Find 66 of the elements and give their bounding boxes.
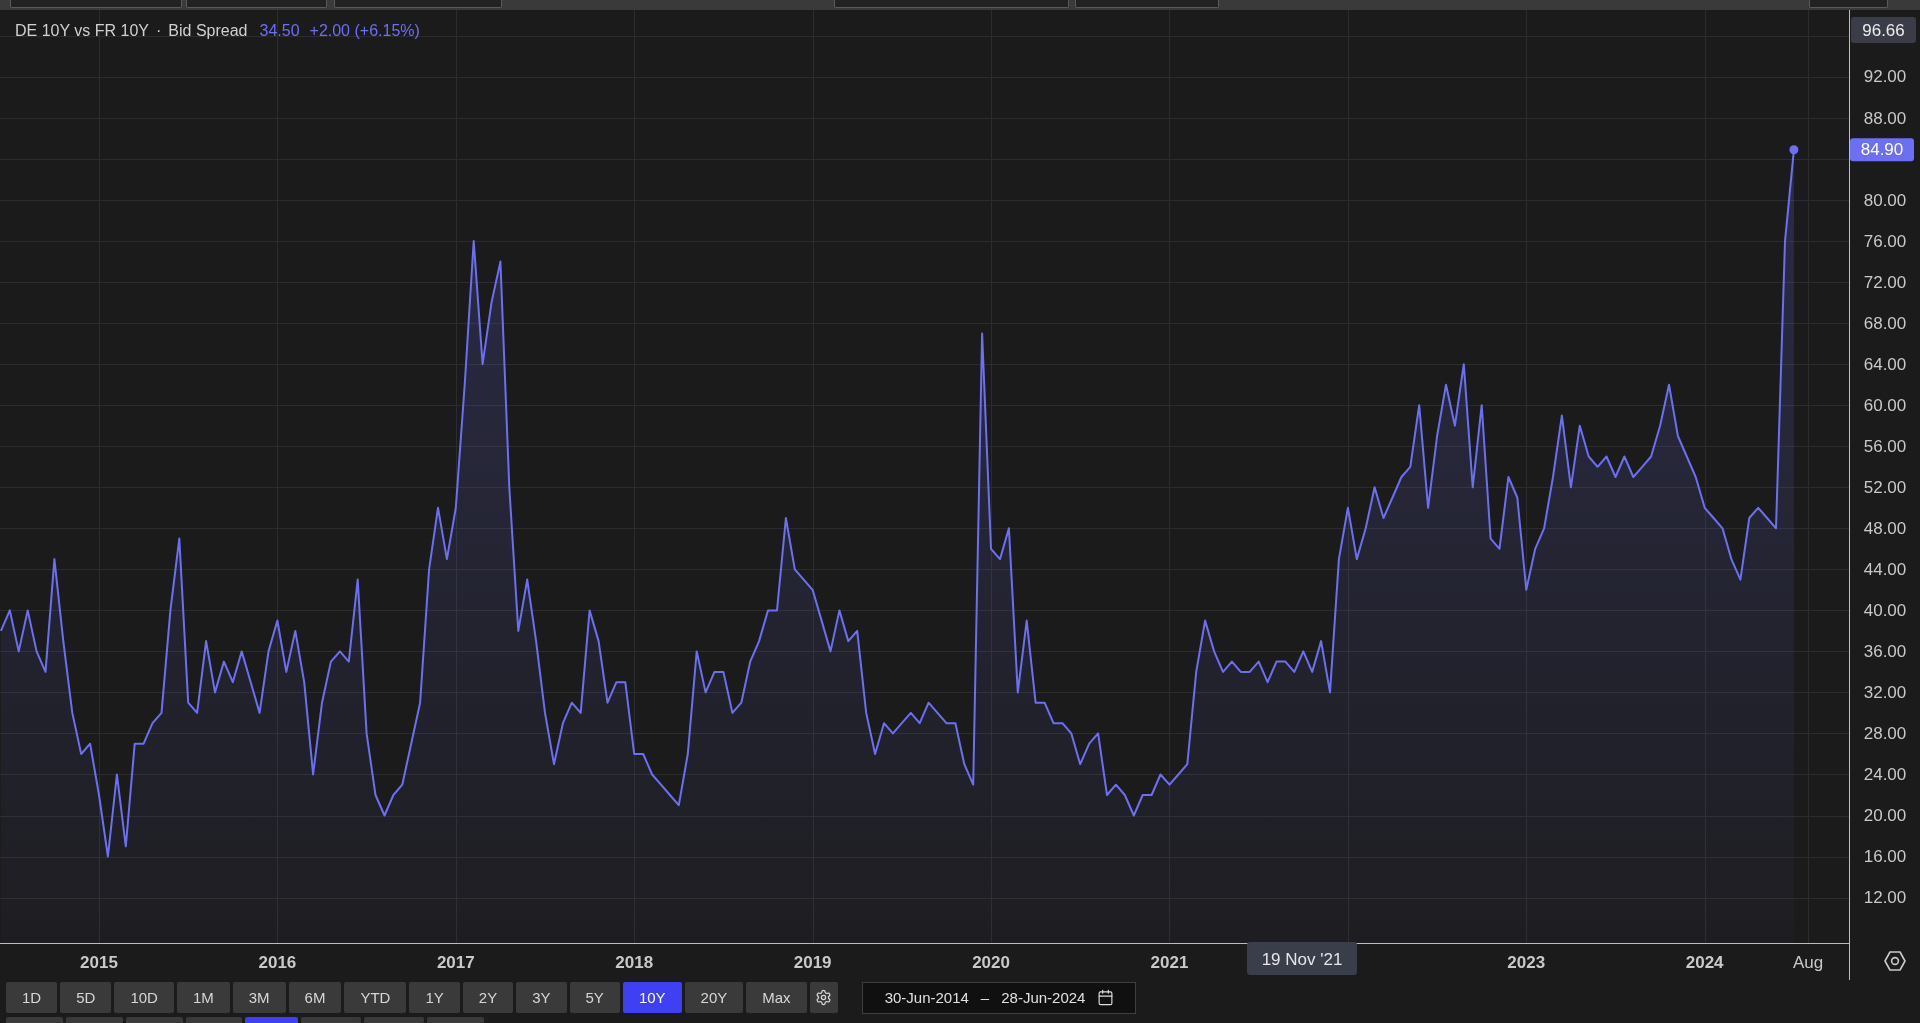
hover-value: 34.50 <box>259 22 300 40</box>
x-axis-label: 2024 <box>1685 952 1724 972</box>
date-range-field[interactable]: 30-Jun-2014 – 28-Jun-2024 <box>861 981 1136 1014</box>
range-button[interactable]: 10D <box>114 982 174 1013</box>
y-axis-label: 12.00 <box>1863 888 1907 908</box>
range-button[interactable]: Max <box>746 982 807 1013</box>
y-axis-label: 48.00 <box>1863 518 1907 538</box>
cut-off-tab[interactable] <box>1809 0 1888 8</box>
range-dash: – <box>980 989 990 1006</box>
x-axis-label: Aug <box>1793 952 1824 972</box>
y-axis-label: 68.00 <box>1863 313 1907 333</box>
x-axis-label: 2021 <box>1150 952 1189 972</box>
y-axis-label: 32.00 <box>1863 682 1907 702</box>
x-axis-label: 2019 <box>793 952 832 972</box>
range-button[interactable]: 1M <box>176 982 230 1013</box>
y-axis-label: 36.00 <box>1863 641 1907 661</box>
x-axis-label: 2017 <box>436 952 475 972</box>
cut-off-tab[interactable] <box>334 0 502 8</box>
y-axis-label: 92.00 <box>1863 67 1907 87</box>
x-axis-label: 2016 <box>258 952 297 972</box>
range-button[interactable]: 5Y <box>569 982 620 1013</box>
last-value-label: 84.90 <box>1850 138 1914 162</box>
range-button[interactable]: 20Y <box>684 982 744 1013</box>
field-name: Bid Spread <box>168 22 248 40</box>
x-axis-label: 2023 <box>1507 952 1546 972</box>
y-axis-label: 44.00 <box>1863 559 1907 579</box>
crosshair-date-label: 19 Nov '21 <box>1247 942 1357 975</box>
y-axis-label: 20.00 <box>1863 806 1907 825</box>
y-axis-label: 88.00 <box>1863 108 1907 128</box>
series-name: DE 10Y vs FR 10Y <box>15 22 149 40</box>
y-axis-label: 24.00 <box>1863 764 1907 784</box>
range-button[interactable]: 2Y <box>462 982 514 1013</box>
y-axis-label: 56.00 <box>1863 436 1907 456</box>
y-axis-label: 52.00 <box>1863 477 1907 497</box>
y-axis-label: 60.00 <box>1863 395 1907 415</box>
cut-off-tab[interactable] <box>834 0 1069 8</box>
end-date: 28-Jun-2024 <box>1001 989 1086 1006</box>
range-button[interactable]: 1D <box>6 982 58 1013</box>
crosshair-value-label: 96.66 <box>1851 17 1916 43</box>
settings-button[interactable] <box>809 982 838 1013</box>
hover-change: +2.00 (+6.15%) <box>309 22 420 40</box>
x-axis-label: 2015 <box>80 952 118 972</box>
range-button[interactable]: YTD <box>344 982 407 1013</box>
cut-off-tab[interactable] <box>186 0 327 8</box>
x-axis-label: 2018 <box>615 952 654 972</box>
y-axis-label: 64.00 <box>1863 354 1907 374</box>
cut-off-tab[interactable] <box>10 0 182 8</box>
y-axis-label: 80.00 <box>1863 190 1907 210</box>
range-button[interactable]: 3Y <box>516 982 567 1013</box>
cut-off-tab[interactable] <box>1075 0 1219 8</box>
calendar-icon <box>1097 989 1115 1006</box>
range-button[interactable]: 3M <box>232 982 286 1013</box>
range-button[interactable]: 6M <box>288 982 342 1013</box>
range-button[interactable]: 5D <box>60 982 112 1013</box>
gear-icon <box>815 989 833 1006</box>
y-axis-label: 28.00 <box>1863 723 1907 743</box>
range-button[interactable]: 1Y <box>409 982 460 1013</box>
y-axis-label: 76.00 <box>1863 231 1907 251</box>
y-axis-label: 72.00 <box>1863 272 1907 292</box>
range-button[interactable]: 10Y <box>622 982 682 1013</box>
settings-icon[interactable] <box>1884 951 1906 971</box>
x-axis-label: 2020 <box>972 952 1010 972</box>
separator-dot: · <box>156 22 162 40</box>
y-axis-label: 16.00 <box>1863 847 1907 867</box>
y-axis-label: 40.00 <box>1863 600 1907 620</box>
start-date: 30-Jun-2014 <box>884 989 969 1006</box>
